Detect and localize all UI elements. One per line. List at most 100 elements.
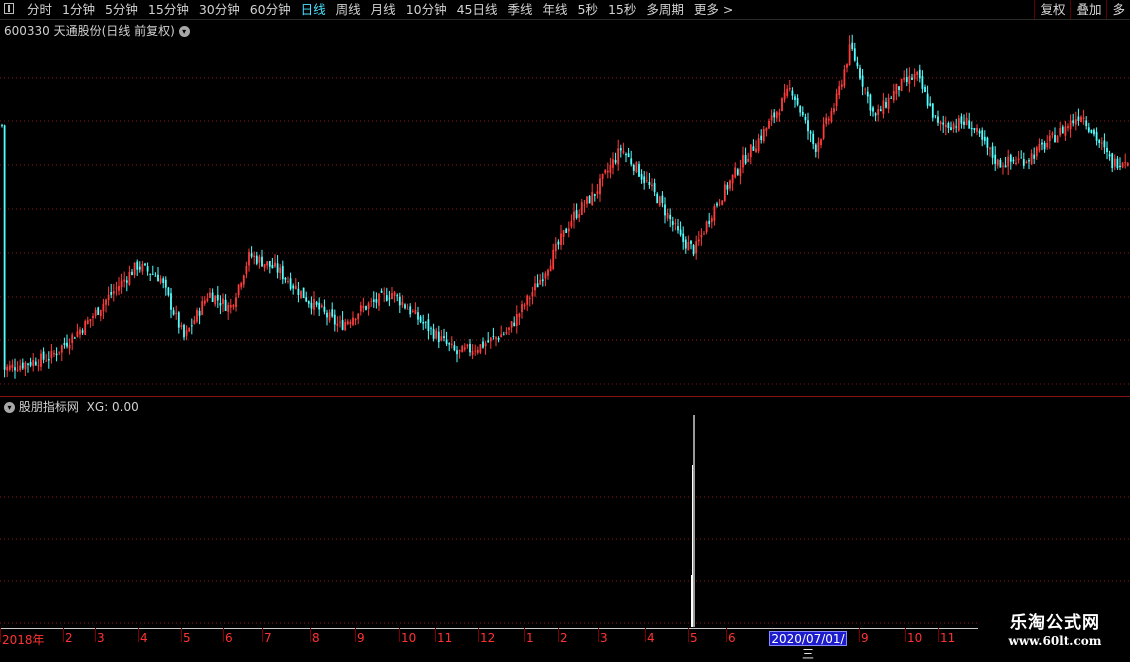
- period-tab[interactable]: 10分钟: [401, 0, 452, 19]
- main-panel-title: 600330 天通股份(日线 前复权): [4, 24, 175, 38]
- period-tab[interactable]: 年线: [538, 0, 573, 19]
- time-axis-label-text: 4: [647, 631, 655, 645]
- toolbar-right-buttons: 复权 叠加多: [1034, 0, 1130, 19]
- time-axis-tick: [688, 628, 689, 642]
- time-axis-label-text: 6: [225, 631, 233, 645]
- time-axis-label: 5: [181, 628, 191, 645]
- period-tab[interactable]: 30分钟: [194, 0, 245, 19]
- watermark: 乐淘公式网 www.60lt.com: [980, 602, 1130, 650]
- time-axis-tick: [478, 628, 479, 642]
- chevron-down-icon[interactable]: ▾: [4, 402, 15, 413]
- time-axis-label: 6: [726, 628, 736, 645]
- time-axis-tick: [598, 628, 599, 642]
- time-axis-tick: [645, 628, 646, 642]
- time-axis-label: 10: [905, 628, 923, 645]
- time-axis-label: 10: [399, 628, 417, 645]
- time-axis-tick: [938, 628, 939, 642]
- period-tab[interactable]: 5秒: [573, 0, 603, 19]
- time-axis-label-text: 9: [357, 631, 365, 645]
- time-axis-label: 9: [355, 628, 365, 645]
- period-tab[interactable]: 更多 >: [689, 0, 738, 19]
- period-tab[interactable]: 45日线: [452, 0, 503, 19]
- time-axis-tick: [435, 628, 436, 642]
- time-axis-label: 9: [859, 628, 869, 645]
- chart-panes: [0, 19, 1130, 631]
- time-axis-label-text: 2018年: [2, 633, 45, 647]
- time-axis-label-text: 10: [401, 631, 417, 645]
- time-axis-tick: [0, 628, 1, 642]
- time-axis-label: 1: [524, 628, 534, 645]
- indicator-value: XG: 0.00: [86, 400, 139, 414]
- period-tab[interactable]: 分时: [22, 0, 57, 19]
- time-axis-label-text: 3: [97, 631, 105, 645]
- period-tab[interactable]: 60分钟: [245, 0, 296, 19]
- time-axis-tick: [95, 628, 96, 642]
- time-axis-label-text: 3: [600, 631, 608, 645]
- time-axis-label-text: 4: [140, 631, 148, 645]
- time-axis-tick: [726, 628, 727, 642]
- indicator-panel-header: ▾ 股朋指标网 XG: 0.00: [4, 398, 139, 415]
- period-toolbar: 分时 1分钟 5分钟 15分钟 30分钟 60分钟 日线 周线 月线 10分钟 45日线 季线 年线 5秒…: [0, 0, 1130, 20]
- cursor-date-label: 2020/07/01/三: [769, 631, 847, 661]
- panel-toggle-icon[interactable]: [4, 3, 14, 14]
- time-axis-label: 11: [938, 628, 956, 645]
- kline-chart-canvas[interactable]: [0, 19, 1130, 628]
- period-tab[interactable]: 15分钟: [143, 0, 194, 19]
- time-axis-label: 2: [63, 628, 73, 645]
- time-axis-tick: [138, 628, 139, 642]
- time-axis-label: 11: [435, 628, 453, 645]
- time-axis-tick: [905, 628, 906, 642]
- time-axis-label: 4: [645, 628, 655, 645]
- time-axis-label: 2: [558, 628, 568, 645]
- watermark-title: 乐淘公式网: [1010, 613, 1100, 633]
- time-axis-label: 5: [688, 628, 698, 645]
- chevron-down-icon[interactable]: ▾: [178, 26, 190, 37]
- time-axis-label-text: 11: [437, 631, 453, 645]
- period-tabs: 分时 1分钟 5分钟 15分钟 30分钟 60分钟 日线 周线 月线 10分钟 45日线 季线 年线 5秒…: [22, 0, 738, 19]
- period-tab[interactable]: 多周期: [641, 0, 689, 19]
- toolbar-button[interactable]: 多: [1106, 0, 1130, 19]
- time-axis-tick: [355, 628, 356, 642]
- period-tab[interactable]: 周线: [331, 0, 366, 19]
- time-axis-tick: [181, 628, 182, 642]
- time-axis-label-text: 11: [940, 631, 956, 645]
- time-axis-label: 8: [310, 628, 320, 645]
- period-tab[interactable]: 季线: [503, 0, 538, 19]
- time-axis-tick: [524, 628, 525, 642]
- period-tab[interactable]: 1分钟: [57, 0, 100, 19]
- time-axis-label: 2018年: [0, 628, 45, 648]
- time-axis-label-text: 12: [480, 631, 496, 645]
- time-axis-tick: [859, 628, 860, 642]
- time-axis-label-text: 5: [690, 631, 698, 645]
- period-tab[interactable]: 5分钟: [100, 0, 143, 19]
- time-axis-tick: [63, 628, 64, 642]
- time-axis-label-text: 8: [312, 631, 320, 645]
- time-axis-label-text: 1: [526, 631, 534, 645]
- time-axis-tick: [399, 628, 400, 642]
- period-tab[interactable]: 15秒: [603, 0, 641, 19]
- pane-separator[interactable]: [0, 396, 1130, 397]
- time-axis-label: 3: [598, 628, 608, 645]
- time-axis-label-text: 2: [65, 631, 73, 645]
- indicator-panel-title: 股朋指标网: [18, 400, 79, 414]
- time-axis-label-text: 2: [560, 631, 568, 645]
- watermark-url: www.60lt.com: [1008, 634, 1102, 648]
- time-axis-label-text: 6: [728, 631, 736, 645]
- time-axis-tick: [223, 628, 224, 642]
- toolbar-button[interactable]: 复权: [1034, 0, 1070, 19]
- toolbar-button[interactable]: 叠加: [1070, 0, 1106, 19]
- time-axis-label-text: 10: [907, 631, 923, 645]
- time-axis-tick: [310, 628, 311, 642]
- main-panel-header: 600330 天通股份(日线 前复权) ▾: [4, 22, 190, 39]
- period-tab[interactable]: 日线: [296, 0, 331, 19]
- time-axis-label: 7: [262, 628, 272, 645]
- period-tab[interactable]: 月线: [366, 0, 401, 19]
- time-axis-label: 3: [95, 628, 105, 645]
- time-axis-label-text: 5: [183, 631, 191, 645]
- time-axis-label: 4: [138, 628, 148, 645]
- time-axis-label: 12: [478, 628, 496, 645]
- time-axis-label-text: 7: [264, 631, 272, 645]
- time-axis-label: 6: [223, 628, 233, 645]
- time-axis-label-text: 9: [861, 631, 869, 645]
- time-axis-line: [0, 628, 978, 629]
